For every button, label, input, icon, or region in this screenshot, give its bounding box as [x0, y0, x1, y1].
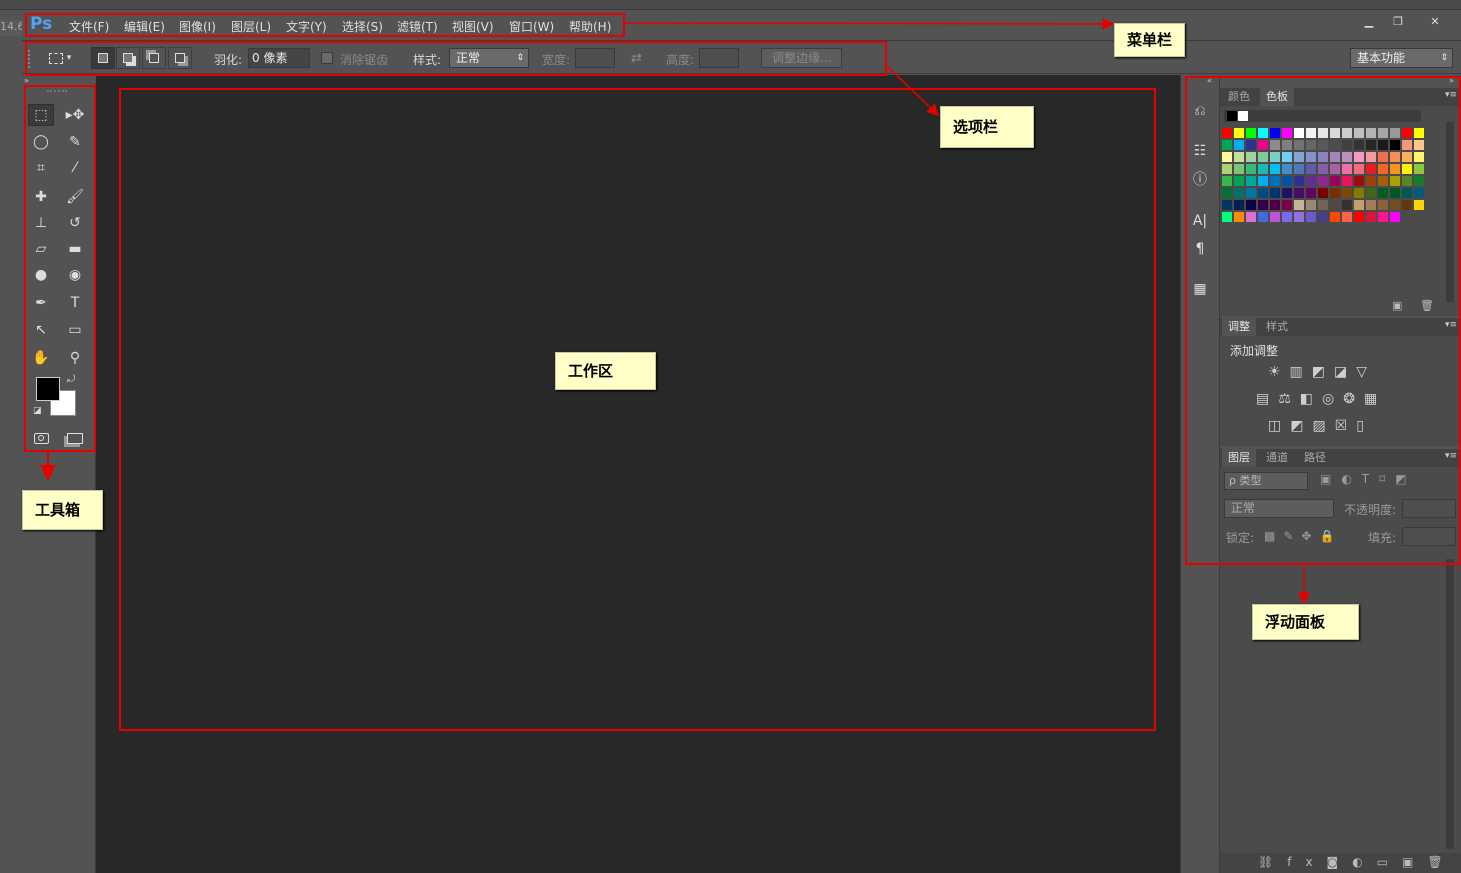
callout-toolbox: 工具箱 [22, 490, 103, 530]
callout-panels: 浮动面板 [1252, 604, 1359, 640]
callout-workarea: 工作区 [555, 352, 656, 390]
toolbox-highlight [24, 85, 96, 452]
workarea-highlight [119, 88, 1156, 731]
menubar-highlight [25, 13, 625, 37]
optionsbar-highlight [25, 41, 887, 76]
panels-highlight [1185, 76, 1461, 565]
callout-optionsbar: 选项栏 [940, 106, 1034, 148]
callout-menubar: 菜单栏 [1114, 23, 1186, 57]
